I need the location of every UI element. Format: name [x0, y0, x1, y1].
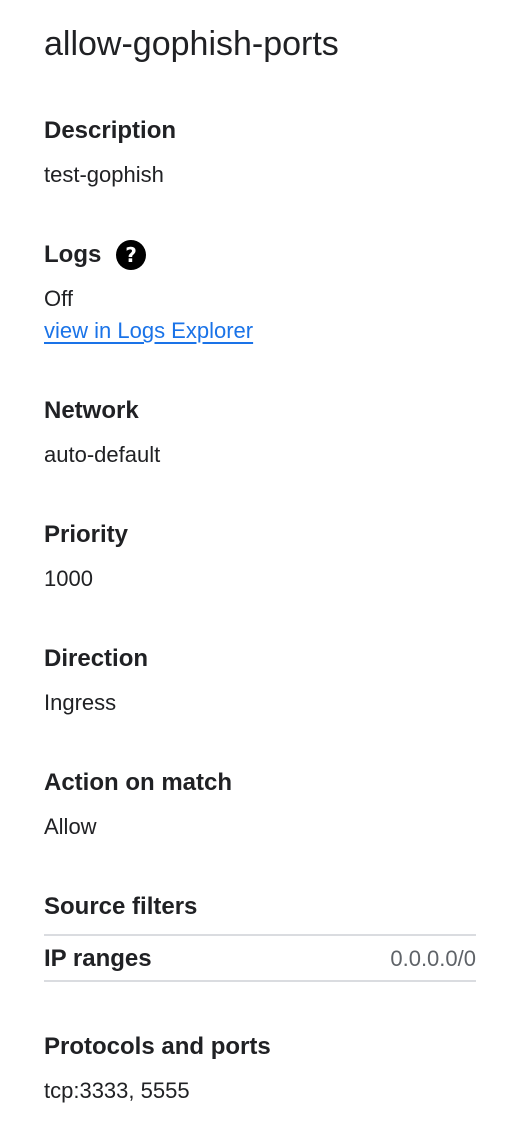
network-label: Network	[44, 397, 139, 424]
action-on-match-label: Action on match	[44, 769, 233, 796]
direction-value: Ingress	[44, 690, 117, 715]
logs-label: Logs	[44, 241, 102, 268]
direction-label: Direction	[44, 645, 149, 672]
action-on-match-value: Allow	[44, 814, 97, 839]
description-label: Description	[44, 117, 177, 144]
view-in-logs-explorer-link[interactable]: view in Logs Explorer	[44, 316, 253, 346]
priority-value: 1000	[44, 566, 93, 591]
description-value: test-gophish	[44, 162, 164, 187]
protocols-and-ports-value: tcp:3333, 5555	[44, 1078, 190, 1103]
help-icon[interactable]: ?	[116, 240, 146, 270]
ip-ranges-row: IP ranges 0.0.0.0/0	[44, 934, 476, 982]
logs-value: Off	[44, 286, 73, 311]
priority-label: Priority	[44, 521, 129, 548]
source-filters-label: Source filters	[44, 893, 198, 920]
network-value: auto-default	[44, 442, 161, 467]
page-title: allow-gophish-ports	[44, 25, 339, 63]
protocols-and-ports-label: Protocols and ports	[44, 1033, 271, 1060]
ip-ranges-label: IP ranges	[44, 945, 152, 972]
ip-ranges-value: 0.0.0.0/0	[390, 946, 476, 971]
